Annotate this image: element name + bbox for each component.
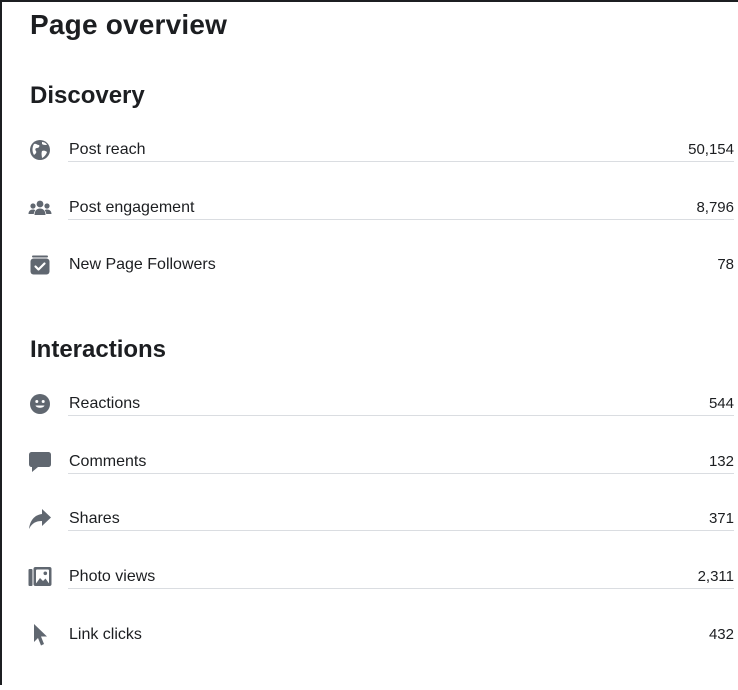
metric-label[interactable]: Comments (69, 452, 146, 472)
globe-icon (28, 138, 52, 162)
metric-label[interactable]: New Page Followers (69, 255, 216, 275)
metric-label[interactable]: Shares (69, 509, 120, 529)
page-title: Page overview (30, 9, 228, 40)
divider (68, 415, 734, 416)
divider (68, 472, 734, 474)
divider (68, 530, 734, 532)
metric-value: 8,796 (696, 198, 734, 216)
share-icon (28, 507, 52, 531)
divider (68, 161, 734, 162)
divider (68, 218, 734, 220)
cursor-icon (28, 623, 52, 647)
people-icon (28, 196, 52, 220)
metric-row-link-clicks[interactable]: Link clicks 432 (2, 623, 738, 690)
smiley-icon (28, 392, 52, 416)
metric-label[interactable]: Reactions (69, 394, 140, 414)
metric-label[interactable]: Photo views (69, 567, 155, 587)
metric-value: 132 (708, 452, 734, 470)
metric-label[interactable]: Link clicks (69, 625, 142, 645)
metric-value: 78 (717, 256, 734, 274)
photo-icon (28, 565, 52, 589)
comment-icon (28, 450, 52, 474)
metric-value: 544 (708, 395, 734, 412)
divider (68, 588, 734, 590)
metric-value: 50,154 (688, 141, 734, 158)
followers-icon (28, 253, 52, 277)
section-title-interactions: Interactions (30, 336, 167, 363)
metric-value: 371 (708, 510, 734, 528)
metric-value: 432 (708, 625, 734, 643)
page-overview-panel: Page overview Discovery Post reach 50,15… (0, 0, 738, 685)
metric-label[interactable]: Post engagement (69, 198, 194, 218)
metric-label[interactable]: Post reach (69, 140, 145, 160)
metric-row-new-page-followers[interactable]: New Page Followers 78 (2, 255, 738, 321)
discovery-list: Post reach 50,154 Post engagement 8,796 (2, 140, 738, 321)
interactions-list: Reactions 544 Comments 132 Shares 371 Ph… (2, 394, 738, 690)
section-title-discovery: Discovery (30, 82, 145, 109)
metric-value: 2,311 (697, 568, 734, 586)
